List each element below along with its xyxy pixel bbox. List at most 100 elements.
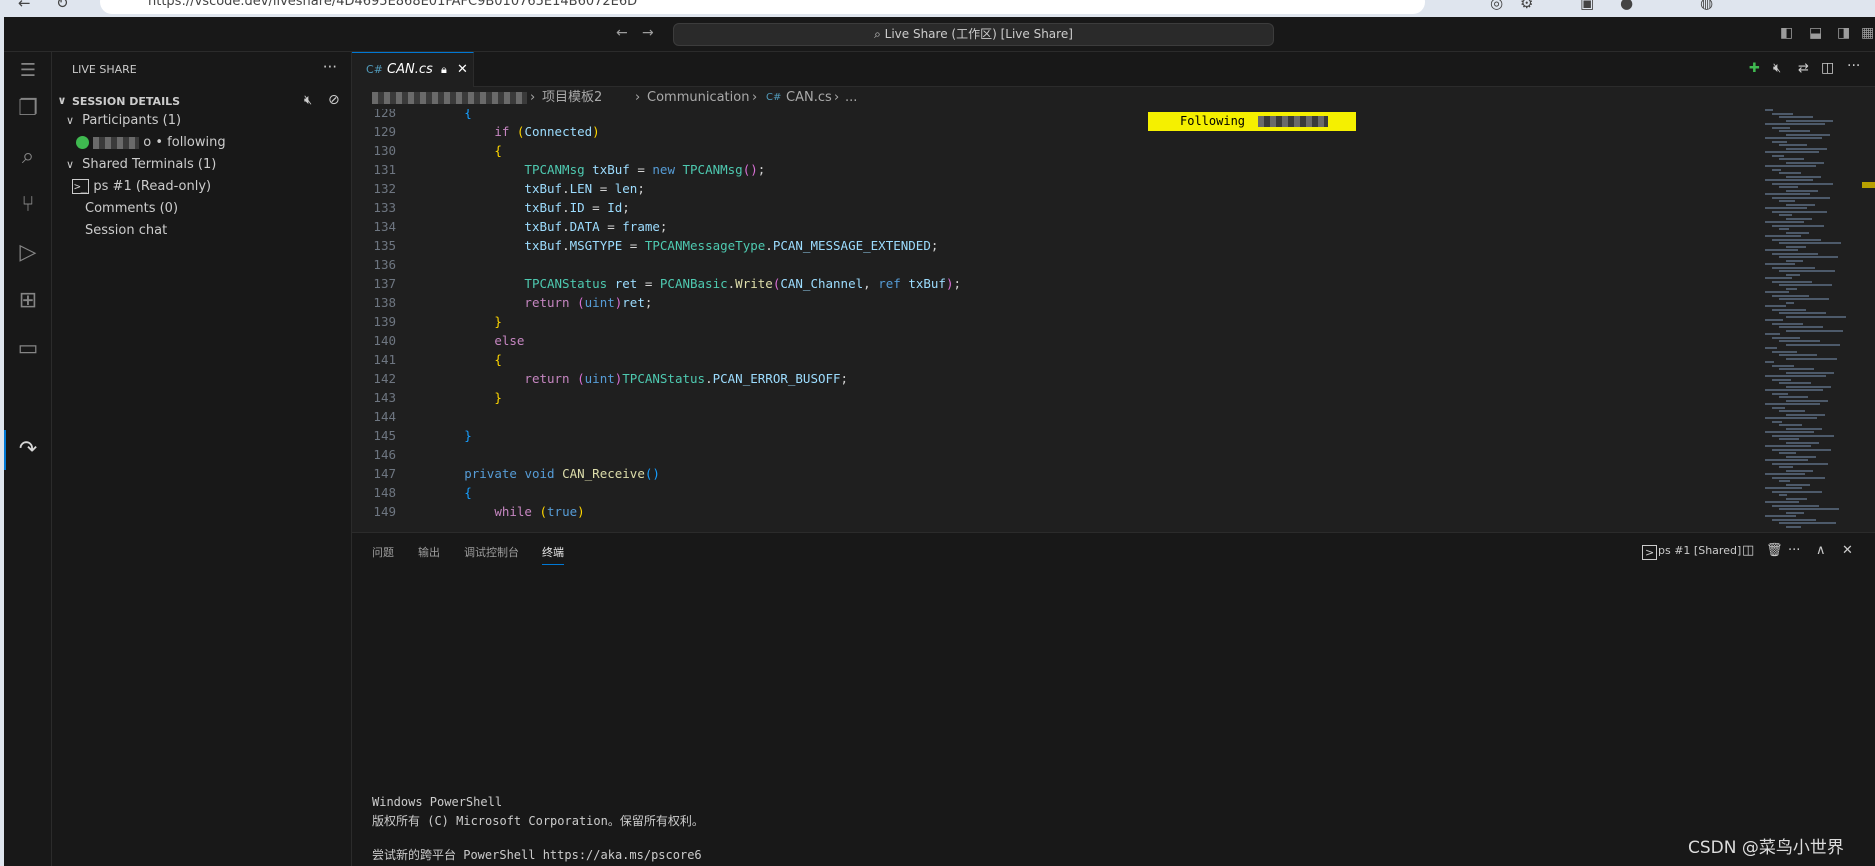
live-share-icon[interactable]: ↷ <box>14 436 42 464</box>
minimap-line <box>1779 256 1838 258</box>
line-number: 134 <box>373 219 396 234</box>
session-details-header[interactable]: ∨ SESSION DETAILS 🔇︎ ⊘ <box>52 90 352 112</box>
code-line[interactable]: 129 if (Connected) <box>352 122 1752 141</box>
code-line[interactable]: 141 { <box>352 350 1752 369</box>
customize-layout-icon[interactable]: ▦ <box>1861 25 1874 41</box>
minimap-line <box>1772 196 1830 199</box>
url-text[interactable]: https://vscode.dev/liveshare/4D4695E868E… <box>148 0 637 9</box>
tab-output[interactable]: 输出 <box>418 544 440 560</box>
code-line[interactable]: 144 <box>352 407 1752 426</box>
comments-row[interactable]: Comments (0) <box>85 198 178 220</box>
address-bar[interactable]: https://vscode.dev/liveshare/4D4695E868E… <box>100 0 1425 14</box>
code-line[interactable]: 146 <box>352 445 1752 464</box>
more-actions-icon[interactable]: ··· <box>1788 543 1800 558</box>
more-actions-icon[interactable]: ··· <box>323 58 337 76</box>
breadcrumb-folder[interactable]: 项目模板2 <box>542 87 602 109</box>
minimap-line <box>1779 382 1811 384</box>
active-view-indicator <box>4 430 6 470</box>
code-line[interactable]: 137 TPCANStatus ret = PCANBasic.Write(CA… <box>352 274 1752 293</box>
run-debug-icon[interactable]: ▷ <box>14 239 42 267</box>
minimap-line <box>1765 179 1813 181</box>
code-line[interactable]: 133 txBuf.ID = Id; <box>352 198 1752 217</box>
breadcrumb-sep: › <box>635 90 641 105</box>
tab-problems[interactable]: 问题 <box>372 544 394 560</box>
maximize-panel-icon[interactable]: ∧ <box>1816 543 1826 558</box>
code-line[interactable]: 130 { <box>352 141 1752 160</box>
collections-icon[interactable]: ▣ <box>1580 0 1594 12</box>
split-editor-icon[interactable]: ◫ <box>1821 60 1834 76</box>
split-terminal-icon[interactable]: ◫ <box>1742 543 1754 558</box>
extension-icon[interactable]: ◎ <box>1490 0 1503 12</box>
participants-row[interactable]: ∨ Participants (1) <box>62 110 181 132</box>
avatar[interactable]: ● <box>1620 0 1633 12</box>
mute-icon[interactable]: 🔇︎ <box>304 93 312 108</box>
terminal-name[interactable]: ps #1 [Shared] <box>1658 544 1741 557</box>
close-panel-icon[interactable]: ✕ <box>1842 543 1853 558</box>
shared-terminals-label: Shared Terminals (1) <box>82 157 217 172</box>
code-token: = <box>599 219 623 234</box>
mute-icon[interactable]: 🔇︎ <box>1773 61 1781 76</box>
minimap-line <box>1772 112 1793 115</box>
code-token: Connected <box>524 124 593 139</box>
code-line[interactable]: 147 private void CAN_Receive() <box>352 464 1752 483</box>
code-editor[interactable]: 128 {129 if (Connected) 130 {131 TPCANMsg… <box>352 109 1875 532</box>
toggle-primary-sidebar-icon[interactable]: ◧ <box>1780 25 1793 41</box>
settings-icon[interactable]: ⚙ <box>1520 0 1533 12</box>
extensions-icon[interactable]: ⊞ <box>14 287 42 315</box>
minimap-line <box>1765 207 1807 209</box>
go-back-icon[interactable]: ← <box>616 25 628 41</box>
minimap-line <box>1772 420 1782 423</box>
session-chat-row[interactable]: Session chat <box>85 220 167 242</box>
code-line[interactable]: 149 while (true) <box>352 502 1752 521</box>
breadcrumb-folder[interactable]: Communication <box>647 87 749 109</box>
explorer-icon[interactable]: ❐ <box>14 95 42 123</box>
breadcrumb-symbol[interactable]: ... <box>845 87 857 109</box>
code-token: . <box>765 238 773 253</box>
source-control-icon[interactable]: ⑂ <box>14 191 42 219</box>
code-line[interactable]: 142 return (uint)TPCANStatus.PCAN_ERROR_… <box>352 369 1752 388</box>
back-arrow-icon[interactable]: ← <box>18 0 31 12</box>
close-icon[interactable]: ✕ <box>457 62 468 77</box>
stop-session-icon[interactable]: ⊘ <box>328 92 340 108</box>
minimap-line <box>1779 270 1835 272</box>
code-line[interactable]: 140 else <box>352 331 1752 350</box>
go-forward-icon[interactable]: → <box>642 25 654 41</box>
tab-terminal[interactable]: 终端 <box>542 544 564 565</box>
menu-icon[interactable]: ☰ <box>14 57 42 85</box>
participant-item[interactable]: o • following <box>72 132 226 154</box>
tab-debug-console[interactable]: 调试控制台 <box>464 544 519 560</box>
copilot-icon[interactable]: ◍ <box>1700 0 1713 12</box>
minimap-line <box>1765 249 1798 251</box>
code-token: . <box>562 181 570 196</box>
minimap[interactable] <box>1755 109 1860 532</box>
code-token: = <box>622 238 645 253</box>
more-actions-icon[interactable]: ··· <box>1847 58 1860 74</box>
shared-terminals-row[interactable]: ∨ Shared Terminals (1) <box>62 154 216 176</box>
reload-icon[interactable]: ↻ <box>56 0 69 12</box>
code-token: frame <box>622 219 660 234</box>
code-line[interactable]: 145 } <box>352 426 1752 445</box>
code-token: } <box>494 390 502 405</box>
code-line[interactable]: 132 txBuf.LEN = len; <box>352 179 1752 198</box>
trash-icon[interactable]: 🗑︎ <box>1766 543 1783 558</box>
toggle-panel-icon[interactable]: ⬓ <box>1809 25 1822 41</box>
code-line[interactable]: 134 txBuf.DATA = frame; <box>352 217 1752 236</box>
open-changes-icon[interactable]: ⇄ <box>1798 61 1809 76</box>
code-line[interactable]: 131 TPCANMsg txBuf = new TPCANMsg(); <box>352 160 1752 179</box>
code-line[interactable]: 139 } <box>352 312 1752 331</box>
code-line[interactable]: 135 txBuf.MSGTYPE = TPCANMessageType.PCA… <box>352 236 1752 255</box>
pin-icon[interactable]: ✚ <box>1749 61 1760 76</box>
minimap-line <box>1779 340 1820 342</box>
remote-explorer-icon[interactable]: ▭ <box>14 335 42 363</box>
command-center[interactable]: ⌕ Live Share (工作区) [Live Share] <box>673 23 1274 46</box>
code-line[interactable]: 136 <box>352 255 1752 274</box>
code-line[interactable]: 128 { <box>352 109 1752 122</box>
breadcrumb-file[interactable]: CAN.cs <box>786 87 832 109</box>
code-line[interactable]: 148 { <box>352 483 1752 502</box>
tab-can-cs[interactable]: C# CAN.cs 🔒︎ ✕ <box>352 52 474 87</box>
toggle-secondary-sidebar-icon[interactable]: ◨ <box>1837 25 1850 41</box>
terminal-item[interactable]: >_ ps #1 (Read-only) <box>72 176 211 198</box>
search-icon[interactable]: ⌕ <box>14 143 42 171</box>
code-line[interactable]: 138 return (uint)ret; <box>352 293 1752 312</box>
code-line[interactable]: 143 } <box>352 388 1752 407</box>
